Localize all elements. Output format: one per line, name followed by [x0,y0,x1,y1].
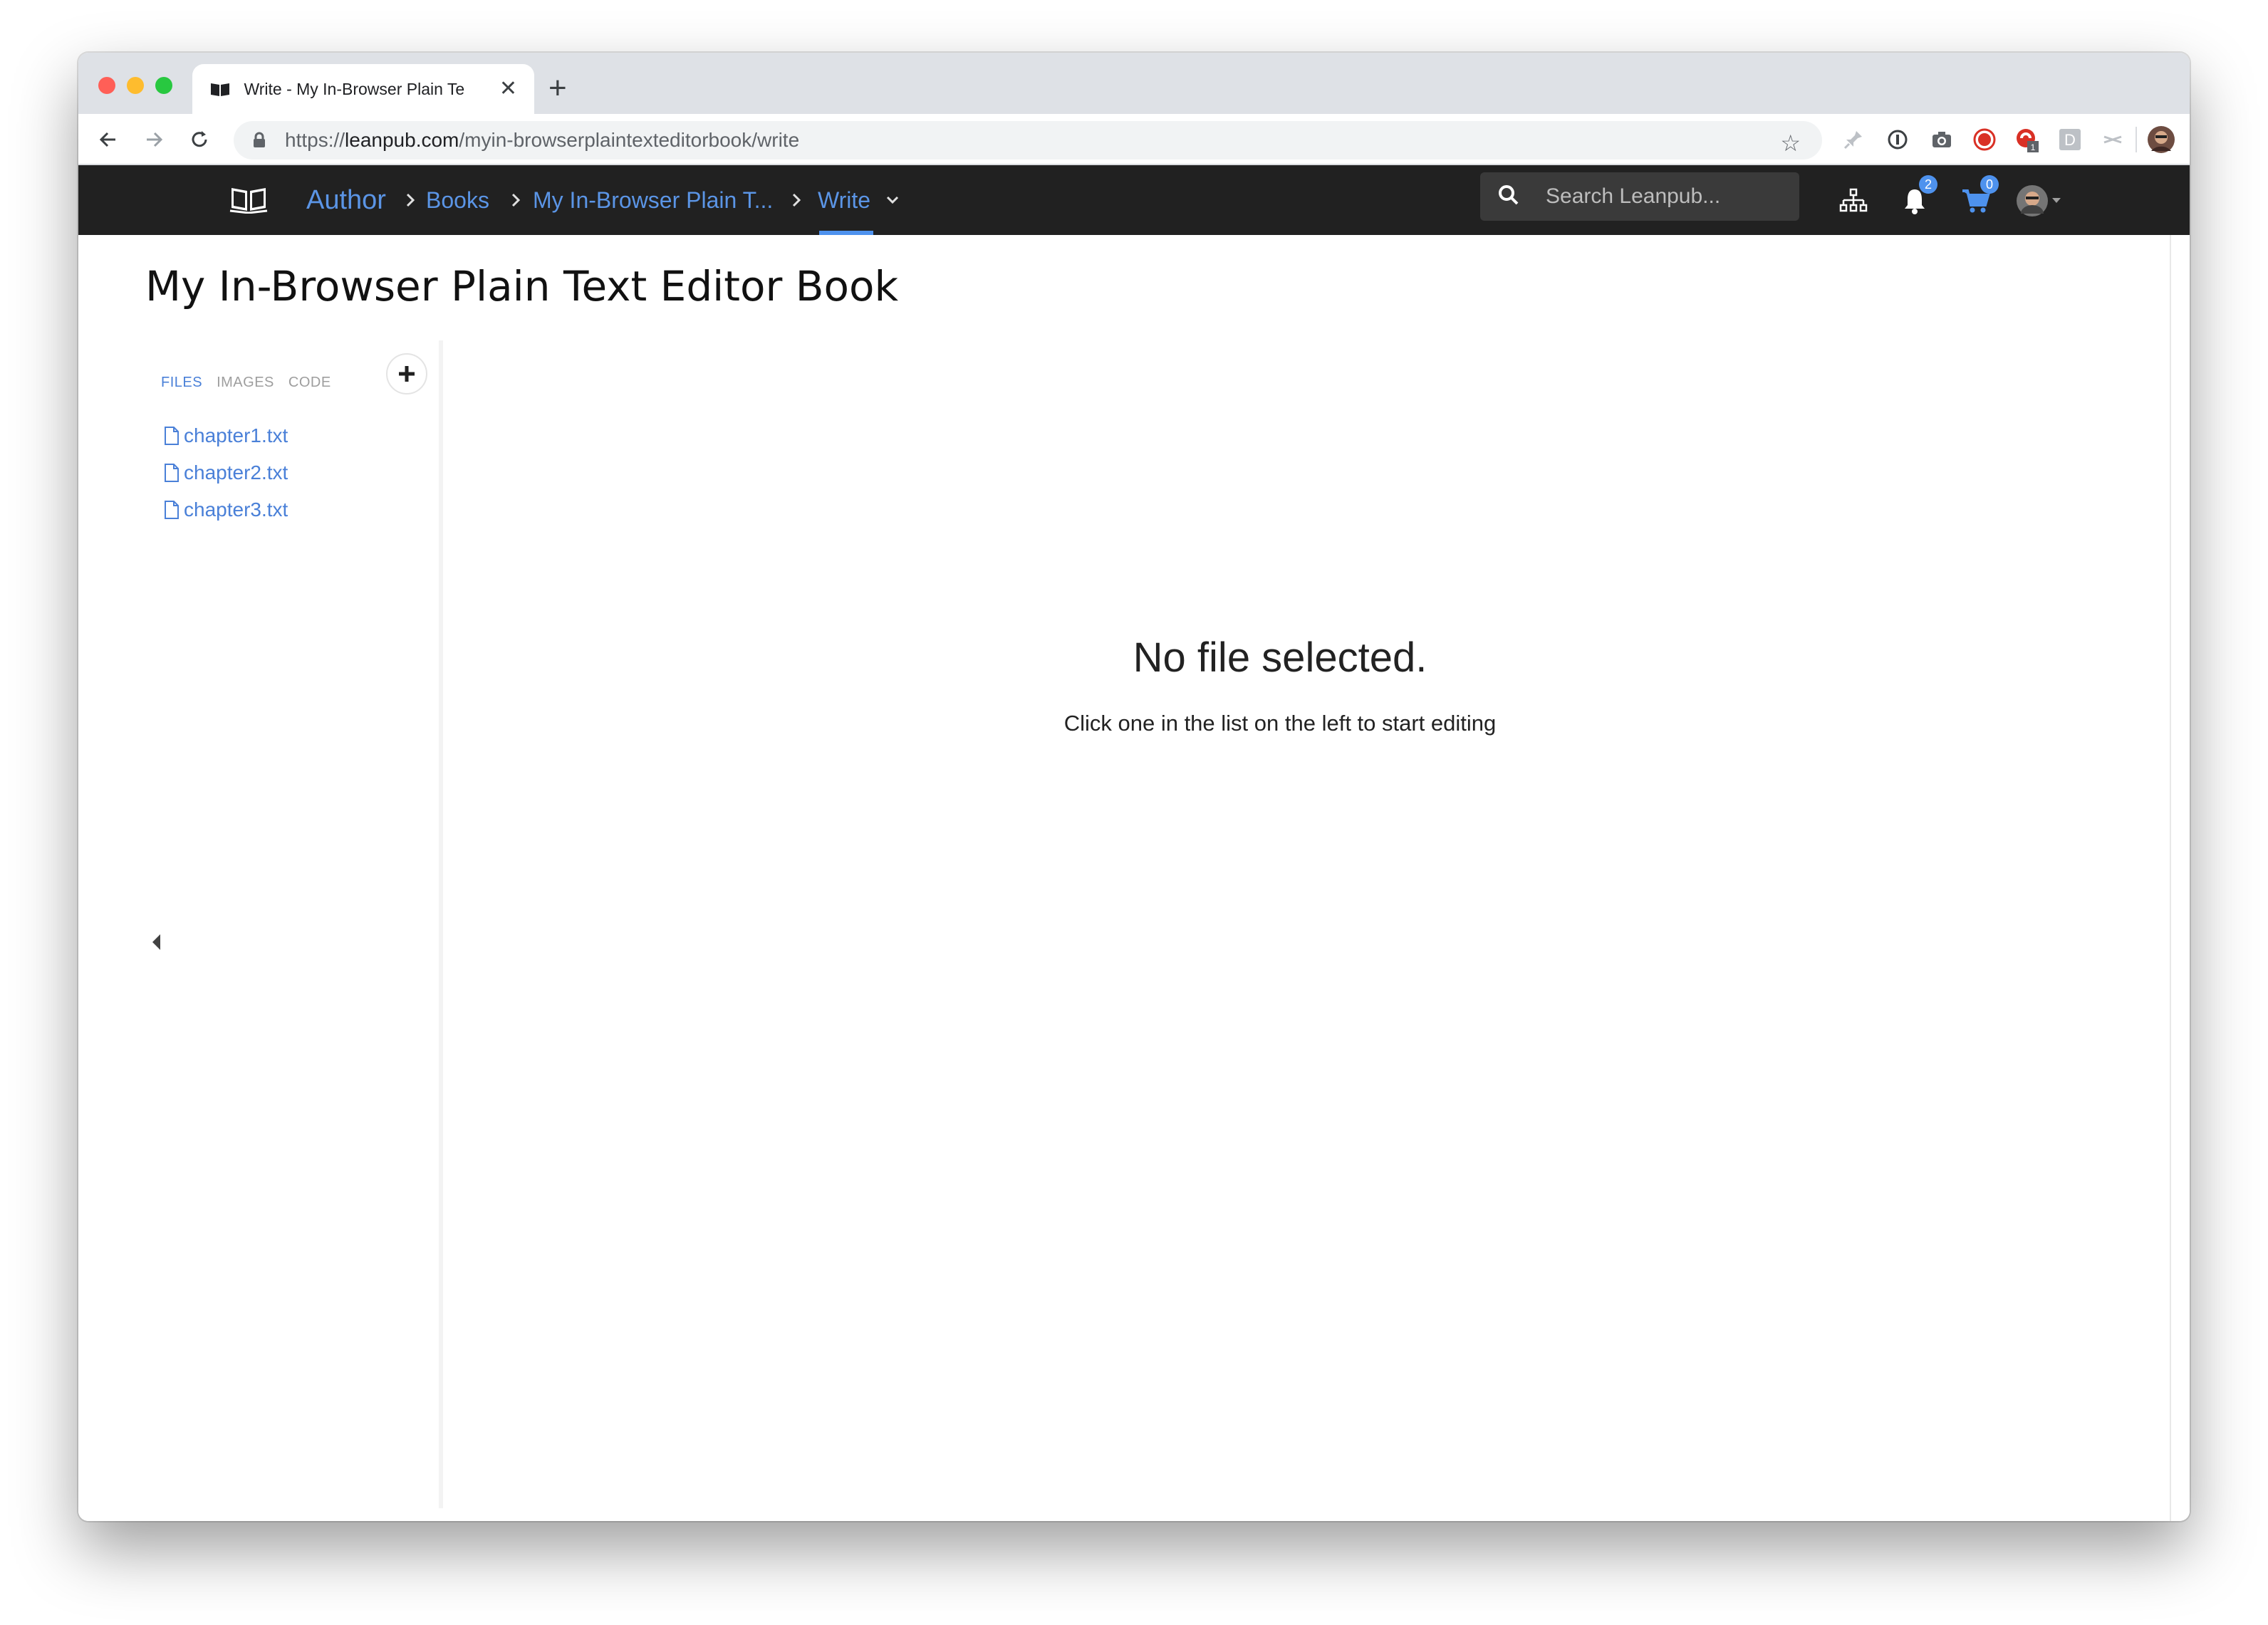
file-name[interactable]: chapter2.txt [184,461,288,484]
sidebar-tabs: FILES IMAGES CODE [161,375,331,391]
page-content: My In-Browser Plain Text Editor Book FIL… [78,235,2190,1521]
address-bar[interactable]: https://leanpub.com/myin-browserplaintex… [234,121,1822,160]
reload-icon [192,131,207,147]
scissors-icon[interactable] [2098,125,2127,154]
add-file-button[interactable] [386,353,427,395]
file-name[interactable]: chapter3.txt [184,498,288,521]
file-name[interactable]: chapter1.txt [184,424,288,447]
back-button[interactable] [93,124,124,155]
arrow-right-icon [147,132,163,147]
list-item[interactable]: chapter1.txt [164,417,288,454]
info-icon[interactable] [1883,125,1912,154]
notifications-badge: 2 [1919,175,1937,194]
svg-text:D: D [2064,131,2076,149]
leanpub-logo-icon[interactable] [229,182,268,217]
reload-button[interactable] [184,124,215,155]
red-extension-icon[interactable]: 1 [2013,125,2041,154]
minimize-window-button[interactable] [127,77,144,94]
collapse-sidebar-button[interactable] [151,933,162,955]
browser-menu-icon[interactable] [2181,125,2190,154]
chevron-right-icon [791,165,802,235]
file-list: chapter1.txt chapter2.txt chapter3.txt [164,417,288,528]
browser-window: Write - My In-Browser Plain Te ✕ + https… [78,53,2190,1521]
file-icon [165,501,179,519]
profile-avatar[interactable] [2147,125,2175,154]
cart-badge: 0 [1980,175,1999,194]
new-tab-button[interactable]: + [548,73,567,104]
empty-state-message: Click one in the list on the left to sta… [1063,711,1497,736]
arrow-left-icon [99,132,115,147]
empty-state-title: No file selected. [1133,634,1427,681]
app-navbar: Author Books My In-Browser Plain T... Wr… [78,165,2190,235]
breadcrumb-book[interactable]: My In-Browser Plain T... [533,165,773,235]
file-icon [165,427,179,445]
zoom-window-button[interactable] [155,77,172,94]
book-icon [209,78,231,100]
sitemap-icon[interactable] [1833,181,1873,221]
list-item[interactable]: chapter2.txt [164,454,288,491]
forward-button[interactable] [138,124,170,155]
editor-pane: No file selected. Click one in the list … [443,340,2117,1508]
scrollbar-track[interactable] [2170,235,2171,1521]
browser-tab[interactable]: Write - My In-Browser Plain Te ✕ [192,64,534,114]
tab-close-icon[interactable]: ✕ [499,78,517,100]
url-text: https://leanpub.com/myin-browserplaintex… [285,129,800,151]
tab-code[interactable]: CODE [288,375,331,391]
tab-images[interactable]: IMAGES [217,375,274,391]
search-input[interactable]: Search Leanpub... [1546,184,1720,209]
file-sidebar: FILES IMAGES CODE chapter1.txt chapter2.… [132,340,439,1508]
tab-files[interactable]: FILES [161,375,202,391]
notifications-button[interactable]: 2 [1895,175,1937,221]
file-icon [165,464,179,482]
caret-left-icon [152,934,160,950]
bookmark-star-icon[interactable]: ☆ [1780,130,1801,157]
pin-icon[interactable] [1839,125,1868,154]
breadcrumb-author[interactable]: Author [306,165,386,235]
breadcrumb-books[interactable]: Books [426,165,489,235]
page-title: My In-Browser Plain Text Editor Book [145,262,899,310]
chevron-down-icon[interactable] [885,165,900,235]
chevron-right-icon [510,165,521,235]
avatar [2017,185,2061,216]
svg-text:1: 1 [2031,142,2036,152]
search-box[interactable]: Search Leanpub... [1480,172,1799,221]
breadcrumb-write[interactable]: Write [818,165,870,235]
search-icon [1497,184,1520,210]
cart-button[interactable]: 0 [1956,175,1999,221]
plus-icon [399,366,415,382]
close-window-button[interactable] [98,77,115,94]
lock-icon [252,131,271,150]
tab-title: Write - My In-Browser Plain Te [244,79,465,98]
record-icon[interactable] [1970,125,1999,154]
camera-icon[interactable] [1928,125,1956,154]
user-menu[interactable] [2012,181,2069,221]
editor-frame: FILES IMAGES CODE chapter1.txt chapter2.… [132,340,2117,1508]
tab-strip: Write - My In-Browser Plain Te ✕ + [78,53,2190,114]
toolbar-divider [2136,127,2137,152]
browser-toolbar: https://leanpub.com/myin-browserplaintex… [78,114,2190,165]
d-extension-icon[interactable]: D [2056,125,2084,154]
list-item[interactable]: chapter3.txt [164,491,288,528]
chevron-right-icon [405,165,416,235]
